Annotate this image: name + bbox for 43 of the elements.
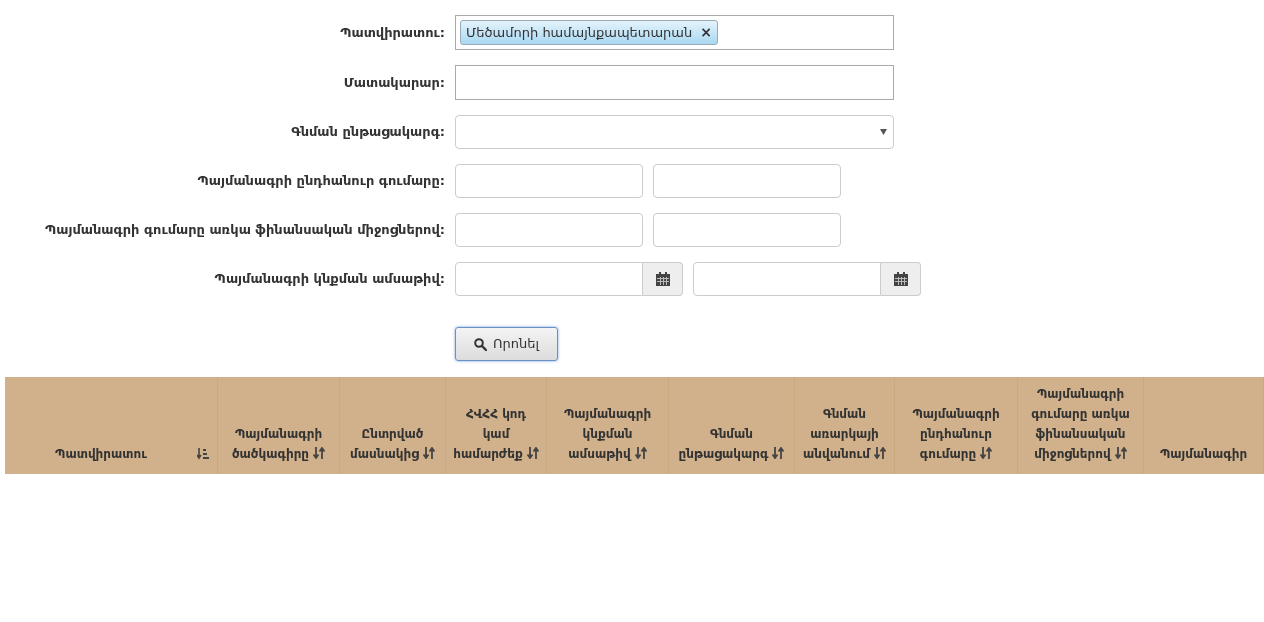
max-input-field[interactable] (653, 164, 841, 198)
column-header[interactable]: Պատվիրատու (55, 444, 209, 464)
sort-icon[interactable] (873, 447, 886, 459)
input-field[interactable] (455, 65, 894, 100)
sort-icon[interactable] (313, 447, 326, 459)
search-button[interactable]: Որոնել (455, 327, 558, 361)
column-header[interactable]: Պայմանագիր (1159, 444, 1248, 464)
search-icon (474, 337, 487, 351)
date-input-field[interactable] (455, 262, 643, 296)
field-label: Պատվիրատու: (340, 23, 445, 42)
sort-ascending-icon[interactable] (197, 448, 209, 460)
sort-icon[interactable] (772, 447, 785, 459)
column-header[interactable]: Ընտրված մասնակից (346, 424, 439, 464)
tag-input-field[interactable]: Մեծամորի համայնքապետարան × (455, 15, 894, 50)
column-header[interactable]: Պայմանագրի գումարը առկա ֆինանսական միջոցներով (1024, 384, 1137, 464)
sort-icon[interactable] (634, 447, 647, 459)
min-input-field[interactable] (455, 164, 643, 198)
remove-tag-button[interactable]: × (700, 22, 712, 43)
calendar-icon (655, 272, 670, 286)
sort-icon[interactable] (422, 447, 435, 459)
dropdown-field[interactable] (455, 115, 894, 149)
field-label: Պայմանագրի կնքման ամսաթիվ: (214, 270, 445, 289)
field-label: Պայմանագրի գումարը առկա ֆինանսական միջոցներով: (44, 221, 445, 240)
field-label: Պայմանագրի ընդհանուր գումարը: (197, 172, 445, 191)
sort-icon[interactable] (980, 447, 993, 459)
sort-icon[interactable] (526, 447, 539, 459)
column-header[interactable]: ՀՎՀՀ կոդ կամ համարժեք (452, 404, 540, 464)
calendar-icon (893, 272, 908, 286)
column-header[interactable]: Գնման ընթացակարգ (675, 424, 788, 464)
max-input-field[interactable] (653, 213, 841, 247)
calendar-button[interactable] (881, 262, 921, 296)
tag-label: Մեծամորի համայնքապետարան (466, 23, 693, 42)
dropdown-caret-icon (880, 129, 887, 135)
field-label: Գնման ընթացակարգ: (291, 123, 445, 142)
column-header[interactable]: Պայմանագրի կնքման ամսաթիվ (553, 404, 662, 464)
column-header[interactable]: Պայմանագրի ընդհանուր գումարը (901, 404, 1011, 464)
min-input-field[interactable] (455, 213, 643, 247)
field-label: Մատակարար: (343, 73, 445, 92)
column-header[interactable]: Գնման առարկայի անվանում (801, 404, 888, 464)
calendar-button[interactable] (643, 262, 683, 296)
sort-icon[interactable] (1114, 447, 1127, 459)
column-header[interactable]: Պայմանագրի ծածկագիրը (224, 424, 333, 464)
date-input-field[interactable] (693, 262, 881, 296)
